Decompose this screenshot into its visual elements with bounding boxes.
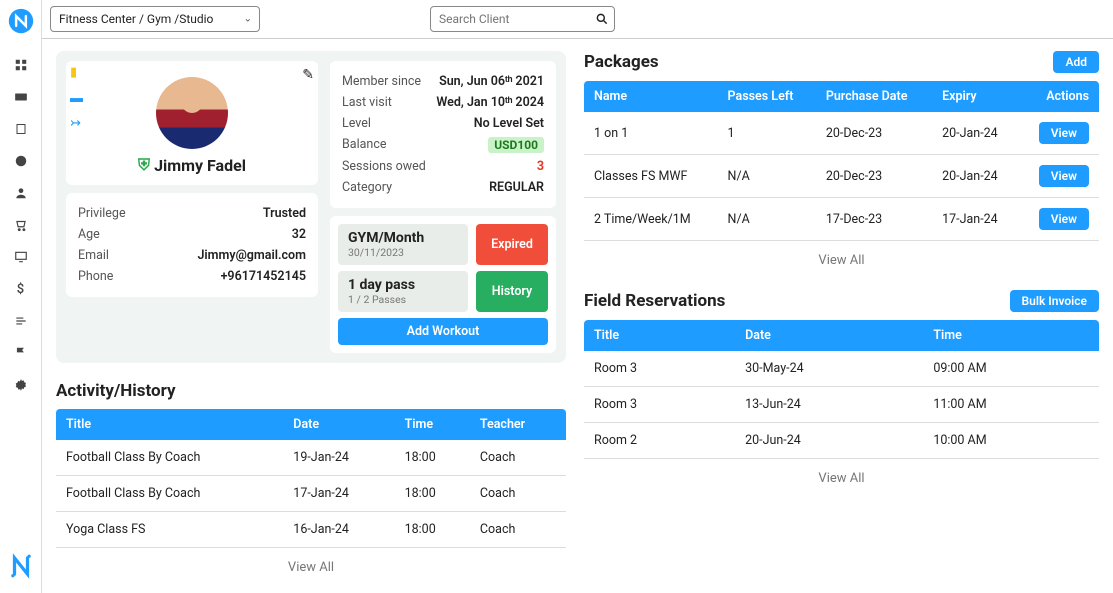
app-logo-bottom — [8, 553, 34, 579]
cart-icon[interactable] — [14, 218, 28, 232]
membership-box: GYM/Month 30/11/2023 Expired 1 day pass … — [330, 216, 556, 353]
reservations-table: Title Date Time Room 330-May-2409:00 AM … — [584, 320, 1099, 459]
table-row: Football Class By Coach19-Jan-2418:00Coa… — [56, 440, 566, 476]
card-icon[interactable] — [14, 90, 28, 104]
view-button[interactable]: View — [1039, 208, 1089, 230]
person-icon[interactable] — [14, 186, 28, 200]
table-row: 2 Time/Week/1MN/A17-Dec-2317-Jan-24View — [584, 198, 1099, 241]
reservations-title: Field Reservations — [584, 291, 725, 311]
activity-view-all[interactable]: View All — [56, 548, 566, 579]
packages-title: Packages — [584, 52, 659, 72]
list-icon[interactable] — [14, 314, 28, 328]
edit-icon[interactable]: ✎ — [302, 67, 314, 83]
activity-table: Title Date Time Teacher Football Class B… — [56, 409, 566, 548]
add-workout-button[interactable]: Add Workout — [338, 318, 548, 345]
table-row: Yoga Class FS16-Jan-2418:00Coach — [56, 512, 566, 548]
table-row: Room 220-Jun-2410:00 AM — [584, 423, 1099, 459]
member-info: Member sinceSun, Jun 06ᵗʰ 2021 Last visi… — [330, 61, 556, 208]
monitor-icon[interactable] — [14, 250, 28, 264]
table-row: Room 313-Jun-2411:00 AM — [584, 387, 1099, 423]
shield-icon: ⛨ — [138, 155, 150, 175]
table-row: Classes FS MWFN/A20-Dec-2320-Jan-24View — [584, 155, 1099, 198]
view-button[interactable]: View — [1039, 122, 1089, 144]
client-name: ⛨ Jimmy Fadel — [138, 155, 246, 175]
table-row: Football Class By Coach17-Jan-2418:00Coa… — [56, 476, 566, 512]
search-icon — [595, 12, 609, 26]
location-select[interactable]: Fitness Center / Gym /Studio ⌄ — [50, 6, 260, 32]
dashboard-icon[interactable] — [14, 58, 28, 72]
add-package-button[interactable]: Add — [1053, 51, 1099, 73]
plan-day-pass: 1 day pass 1 / 2 Passes — [338, 271, 468, 312]
table-row: Room 330-May-2409:00 AM — [584, 351, 1099, 387]
profile-card: ▮ ▬ ↣ ✎ ⛨ Jimmy Fadel — [56, 51, 566, 363]
plan-gym-month: GYM/Month 30/11/2023 — [338, 224, 468, 265]
packages-table: Name Passes Left Purchase Date Expiry Ac… — [584, 81, 1099, 241]
topbar: Fitness Center / Gym /Studio ⌄ — [42, 0, 1113, 39]
dollar-icon[interactable]: $ — [14, 282, 28, 296]
table-row: 1 on 1120-Dec-2320-Jan-24View — [584, 112, 1099, 155]
gear-icon[interactable] — [14, 378, 28, 392]
phone-icon[interactable]: ▮ — [70, 65, 83, 80]
sidebar: $ — [0, 0, 42, 593]
search-client[interactable] — [430, 6, 615, 32]
globe-icon[interactable] — [14, 154, 28, 168]
bulk-invoice-button[interactable]: Bulk Invoice — [1010, 290, 1099, 312]
expired-button[interactable]: Expired — [476, 224, 548, 265]
reservations-view-all[interactable]: View All — [584, 459, 1099, 490]
activity-title: Activity/History — [56, 381, 176, 401]
profile-details: PrivilegeTrusted Age32 EmailJimmy@gmail.… — [66, 193, 318, 297]
view-button[interactable]: View — [1039, 165, 1089, 187]
flag-icon[interactable] — [14, 346, 28, 360]
chat-icon[interactable]: ▬ — [70, 90, 83, 106]
avatar-box: ▮ ▬ ↣ ✎ ⛨ Jimmy Fadel — [66, 61, 318, 185]
document-icon[interactable] — [14, 122, 28, 136]
packages-view-all[interactable]: View All — [584, 241, 1099, 272]
search-input[interactable] — [430, 6, 615, 32]
share-icon[interactable]: ↣ — [70, 116, 83, 131]
app-logo — [8, 8, 34, 34]
avatar — [156, 77, 228, 149]
history-button[interactable]: History — [476, 271, 548, 312]
